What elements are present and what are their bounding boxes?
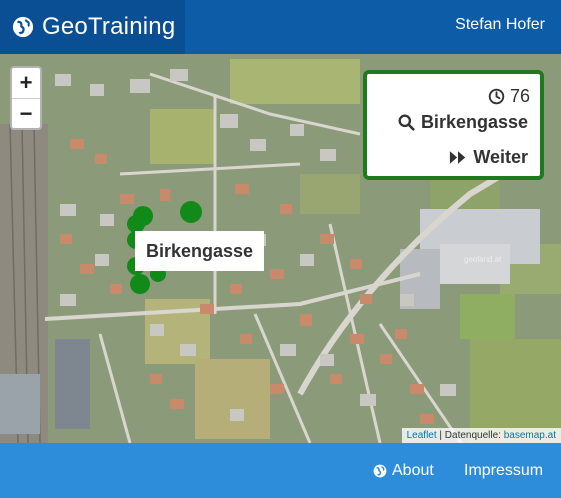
next-button-label: Weiter [473,147,528,167]
street-label: Birkengasse [135,231,264,271]
map-attribution: Leaflet | Datenquelle: basemap.at [401,428,561,443]
map[interactable]: geoland.at + − 76 Birkengasse Weiter Bir… [0,54,561,443]
search-icon [398,114,415,131]
user-name[interactable]: Stefan Hofer [455,16,545,34]
timer: 76 [488,86,530,107]
clock-icon [488,88,505,105]
globe-icon [373,464,387,478]
globe-icon [12,16,34,38]
next-button[interactable]: Weiter [449,147,528,168]
impressum-link[interactable]: Impressum [464,462,543,480]
brand-title: GeoTraining [42,13,176,40]
zoom-out-button[interactable]: − [12,98,40,128]
fast-forward-icon [450,151,466,164]
about-link[interactable]: About [373,462,434,480]
task-panel: 76 Birkengasse Weiter [363,70,544,180]
target-street-name: Birkengasse [420,112,528,132]
leaflet-link[interactable]: Leaflet [407,430,437,441]
zoom-in-button[interactable]: + [12,68,40,98]
map-watermark: geoland.at [464,255,502,264]
footer: About Impressum [0,443,561,498]
timer-value: 76 [509,86,530,106]
about-label: About [392,462,434,479]
target-street: Birkengasse [398,112,528,133]
zoom-control: + − [10,66,42,130]
brand-link[interactable]: GeoTraining [0,0,185,54]
header: GeoTraining Stefan Hofer [0,0,561,54]
attribution-text: | Datenquelle: [436,430,504,441]
basemap-link[interactable]: basemap.at [504,430,556,441]
